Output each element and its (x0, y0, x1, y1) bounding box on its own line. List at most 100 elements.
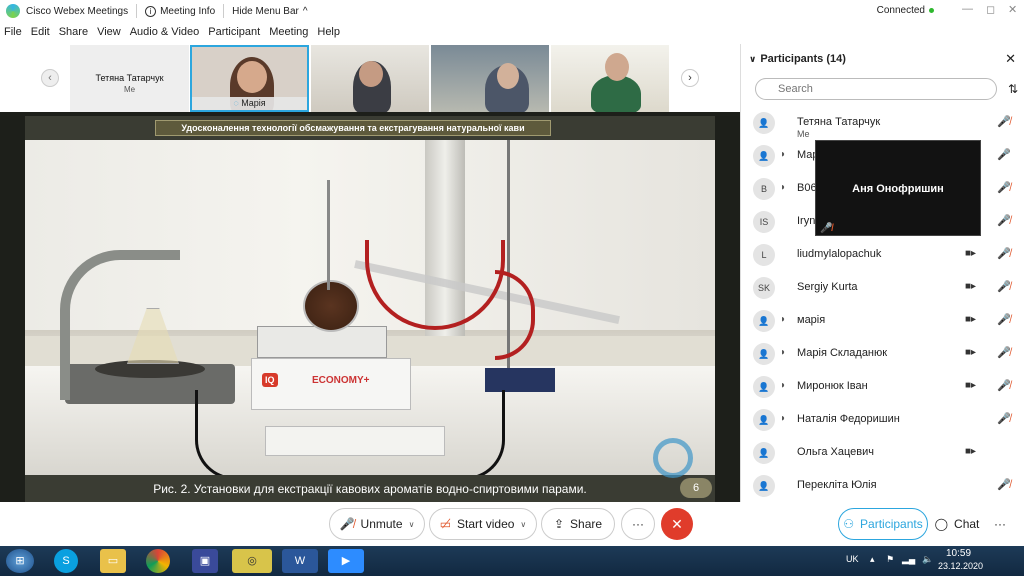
chevron-down-icon[interactable]: ∨ (409, 520, 415, 529)
user-icon: 👤 (758, 349, 770, 359)
file-explorer-icon[interactable]: ▭ (100, 549, 126, 573)
muted-mic-icon[interactable]: 🎤̸ (997, 247, 1011, 260)
unmute-button[interactable]: 🎤̸ Unmute ∨ (329, 508, 425, 540)
share-icon: ⇪ (553, 517, 565, 531)
close-panel-button[interactable]: ✕ (1005, 51, 1016, 67)
zoom-icon[interactable]: ▶ (328, 549, 364, 573)
menu-view[interactable]: View (97, 26, 121, 42)
slide-page-number: 6 (680, 478, 712, 498)
chevron-down-icon: ∨ (749, 54, 757, 64)
video-camera-icon: ■▸ (965, 380, 977, 391)
connection-status[interactable]: Connected (877, 5, 934, 16)
muted-mic-icon[interactable]: 🎤̸ (997, 280, 1011, 293)
video-tile-3[interactable] (431, 45, 549, 112)
search-input[interactable] (755, 78, 997, 100)
speaking-icon: ◌ (233, 98, 242, 108)
volume-icon[interactable]: 🔈 (922, 554, 933, 565)
muted-mic-icon[interactable]: 🎤̸ (997, 115, 1011, 128)
muted-mic-icon[interactable]: 🎤̸ (997, 478, 1011, 491)
participant-row[interactable]: Lliudmylalopachuk ■▸ 🎤̸ (741, 238, 1024, 271)
user-icon: 👤 (758, 481, 770, 491)
participant-row[interactable]: 👤 ◗ марія ■▸ 🎤̸ (741, 304, 1024, 337)
participants-toggle-button[interactable]: ⚇ Participants (838, 508, 928, 540)
webex-logo-icon (6, 4, 20, 18)
participant-row[interactable]: 👤 ◗ Миронюк Іван ■▸ 🎤̸ (741, 370, 1024, 403)
menu-file[interactable]: File (4, 26, 22, 42)
user-icon: 👤 (758, 151, 770, 161)
muted-mic-icon[interactable]: 🎤̸ (997, 412, 1011, 425)
clock-time[interactable]: 10:59 (946, 548, 971, 559)
participant-row[interactable]: 👤 Ольга Хацевич ■▸ (741, 436, 1024, 469)
chat-button[interactable]: ◯ Chat (931, 508, 983, 540)
menu-help[interactable]: Help (317, 26, 340, 42)
self-sub: Me (123, 85, 136, 94)
tray-arrow-icon[interactable]: ▴ (870, 554, 875, 565)
network-icon[interactable]: ▂▄ (902, 554, 915, 565)
share-button[interactable]: ⇪ Share (541, 508, 615, 540)
self-video-tile[interactable]: Тетяна Татарчук Me (70, 45, 189, 112)
muted-mic-icon[interactable]: 🎤̸ (997, 346, 1011, 359)
tray-flag-icon[interactable]: ⚑ (886, 554, 894, 565)
strip-next-button[interactable]: › (681, 69, 699, 87)
participants-header[interactable]: ∨ Participants (14) (749, 53, 846, 65)
sort-icon[interactable]: ⇅ (1008, 82, 1018, 96)
chrome-icon[interactable] (146, 549, 170, 573)
menu-participant[interactable]: Participant (208, 26, 260, 42)
video-tile-2[interactable] (311, 45, 429, 112)
participants-panel: ∨Participants (14) ✕ ⚲ ⇅ 👤Тетяна Татарчу… (740, 44, 1024, 502)
start-button-icon[interactable]: ⊞ (6, 549, 34, 573)
video-camera-icon: ■▸ (965, 281, 977, 292)
audio-wave-icon: ◗ (780, 314, 787, 325)
avatar: IS (753, 211, 775, 233)
photo-hose (60, 250, 180, 400)
menu-audio-video[interactable]: Audio & Video (130, 26, 200, 42)
participant-name: Sergiy Kurta (797, 281, 858, 293)
chevron-down-icon[interactable]: ∨ (520, 520, 526, 529)
video-camera-icon: ■▸ (965, 314, 977, 325)
menu-meeting[interactable]: Meeting (269, 26, 308, 42)
avatar: SK (753, 277, 775, 299)
share-label: Share (570, 517, 603, 531)
audio-wave-icon: ◗ (780, 413, 787, 424)
minimize-button[interactable]: — (962, 3, 973, 15)
user-icon: 👤 (758, 415, 770, 425)
participant-name: марія (797, 314, 826, 326)
participant-face (605, 53, 629, 81)
slide-caption: Рис. 2. Установки для екстракції кавових… (153, 482, 587, 496)
participant-row[interactable]: 👤 Перекліта Юлія 🎤̸ (741, 469, 1024, 502)
muted-mic-icon[interactable]: 🎤̸ (997, 181, 1011, 194)
skype-icon[interactable]: S (54, 549, 78, 573)
muted-mic-icon[interactable]: 🎤̸ (997, 313, 1011, 326)
more-panels-button[interactable]: ··· (985, 508, 1015, 540)
close-window-button[interactable]: ✕ (1008, 3, 1017, 16)
participant-row[interactable]: SK Sergiy Kurta ■▸ 🎤̸ (741, 271, 1024, 304)
mic-on-icon[interactable]: 🎤 (997, 148, 1011, 161)
participant-name: Тетяна Татарчук (797, 116, 881, 128)
maximize-button[interactable]: ◻ (986, 3, 995, 16)
muted-mic-icon[interactable]: 🎤̸ (997, 379, 1011, 392)
participant-row[interactable]: 👤 Тетяна Татарчук Me 🎤̸ (741, 106, 1024, 139)
video-tile-4[interactable] (551, 45, 669, 112)
connected-label: Connected (876, 5, 925, 16)
more-options-button[interactable]: ··· (621, 508, 655, 540)
photo-power-outlets (265, 426, 445, 456)
floating-video-tile[interactable]: Аня Онофришин 🎤̸ (815, 140, 981, 236)
meeting-info-button[interactable]: i Meeting Info (145, 5, 215, 17)
menu-edit[interactable]: Edit (31, 26, 50, 42)
hide-menu-bar-button[interactable]: Hide Menu Bar ^ (232, 6, 307, 17)
menu-share[interactable]: Share (59, 26, 88, 42)
language-indicator[interactable]: UK (846, 554, 859, 564)
clock-date[interactable]: 23.12.2020 (938, 561, 983, 571)
word-icon[interactable]: W (282, 549, 318, 573)
webex-taskbar-icon[interactable]: ◎ (232, 549, 272, 573)
photo-box: IQ ECONOMY+ (251, 358, 411, 410)
participant-row[interactable]: 👤 ◗ Наталія Федоришин 🎤̸ (741, 403, 1024, 436)
strip-prev-button[interactable]: ‹ (41, 69, 59, 87)
leave-meeting-button[interactable]: ✕ (661, 508, 693, 540)
participant-row[interactable]: 👤 ◗ Марія Складанюк ■▸ 🎤̸ (741, 337, 1024, 370)
muted-mic-icon[interactable]: 🎤̸ (997, 214, 1011, 227)
start-video-button[interactable]: ▭̸ Start video ∨ (429, 508, 537, 540)
save-disk-icon[interactable]: ▣ (192, 549, 218, 573)
participants-label: Participants (860, 517, 923, 531)
video-tile-active[interactable]: ◌ Марія (190, 45, 309, 112)
